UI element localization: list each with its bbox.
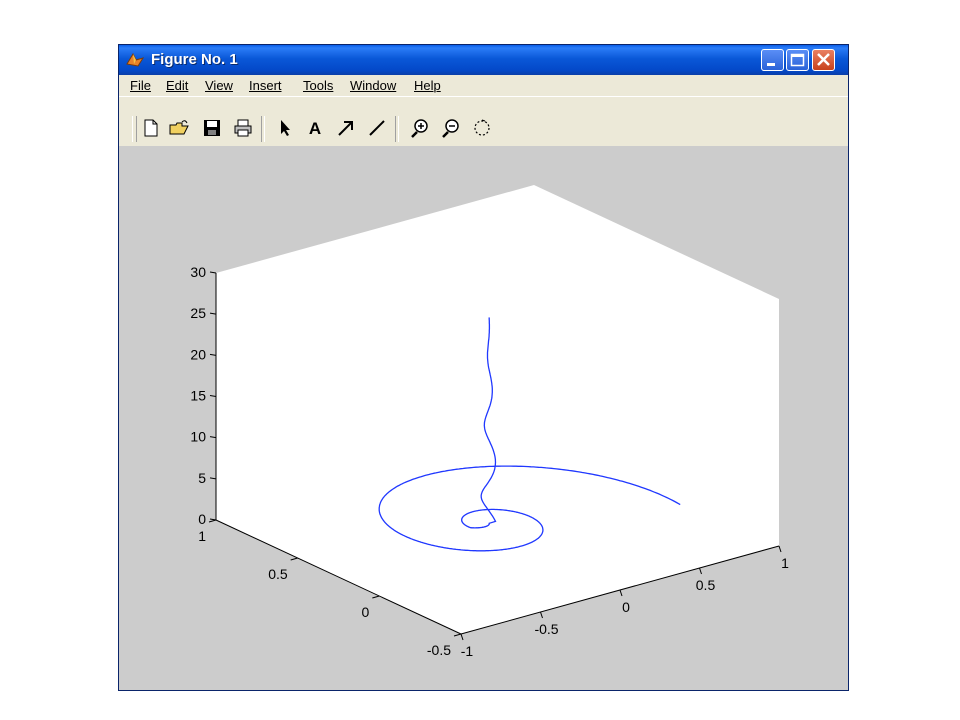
toolbar-grip[interactable] xyxy=(132,116,137,142)
maximize-button[interactable] xyxy=(786,49,809,71)
close-icon xyxy=(817,53,830,66)
close-button[interactable] xyxy=(812,49,835,71)
matlab-logo-icon xyxy=(126,52,144,67)
x-tick xyxy=(778,545,782,553)
z-tick xyxy=(209,353,217,356)
menu-tools[interactable]: Tools xyxy=(303,78,333,93)
x-tick xyxy=(540,611,543,619)
maximize-icon xyxy=(790,53,805,67)
y-tick xyxy=(453,633,462,637)
x-tick xyxy=(699,567,702,575)
menu-window[interactable]: Window xyxy=(350,78,396,93)
axes-3d[interactable]: -1-0.500.51-0.500.51051015202530 xyxy=(119,146,848,690)
toolbar-separator xyxy=(395,116,399,142)
figure-window: Figure No. 1 File Edit View Insert Tools… xyxy=(118,44,849,691)
menu-edit[interactable]: Edit xyxy=(166,78,188,93)
axes-background xyxy=(216,185,779,634)
x-tick-label: -0.5 xyxy=(534,621,558,637)
z-tick-label: 10 xyxy=(190,429,206,445)
save-icon[interactable] xyxy=(201,117,223,139)
arrow-select-icon[interactable] xyxy=(274,117,296,139)
menu-file[interactable]: File xyxy=(130,78,151,93)
y-tick-label: 1 xyxy=(198,528,206,544)
minimize-icon xyxy=(767,63,775,66)
x-tick-label: 0.5 xyxy=(696,577,716,593)
window-title: Figure No. 1 xyxy=(151,51,238,68)
rotate-3d-icon[interactable] xyxy=(471,117,493,139)
z-tick xyxy=(209,395,217,397)
z-tick-label: 30 xyxy=(190,264,206,280)
z-tick-label: 0 xyxy=(198,511,206,527)
z-tick-label: 5 xyxy=(198,470,206,486)
z-tick xyxy=(209,477,217,480)
zoom-out-icon[interactable] xyxy=(440,117,462,139)
menu-help[interactable]: Help xyxy=(414,78,441,93)
toolbar: A xyxy=(119,96,848,142)
toolbar-separator xyxy=(261,116,265,142)
z-tick xyxy=(209,312,217,315)
y-tick xyxy=(290,557,298,561)
title-bar[interactable]: Figure No. 1 xyxy=(119,45,848,75)
open-folder-icon[interactable] xyxy=(168,117,190,139)
z-tick xyxy=(209,518,217,521)
print-icon[interactable] xyxy=(232,117,254,139)
z-tick-label: 15 xyxy=(190,388,206,404)
z-tick-label: 20 xyxy=(190,346,206,362)
figure-canvas[interactable]: -1 -0.5 0 0.5 1 -0.5 0 0.5 1 0 5 10 15 20 25 30 xyxy=(119,146,848,690)
x-tick-label: -1 xyxy=(461,643,474,659)
x-tick xyxy=(619,589,623,597)
y-tick xyxy=(372,595,380,599)
x-tick-label: 0 xyxy=(622,599,630,615)
y-tick-label: 0.5 xyxy=(268,566,288,582)
y-tick-label: 0 xyxy=(362,604,370,620)
menu-bar: File Edit View Insert Tools Window Help xyxy=(119,75,848,96)
z-tick-label: 25 xyxy=(190,305,206,321)
z-tick xyxy=(209,436,217,439)
minimize-button[interactable] xyxy=(761,49,784,71)
menu-insert[interactable]: Insert xyxy=(249,78,282,93)
y-tick-label: -0.5 xyxy=(427,642,451,658)
insert-arrow-icon[interactable] xyxy=(335,117,357,139)
z-tick xyxy=(209,271,217,274)
insert-text-icon[interactable]: A xyxy=(304,117,326,139)
menu-view[interactable]: View xyxy=(205,78,233,93)
new-file-icon[interactable] xyxy=(140,117,162,139)
insert-line-icon[interactable] xyxy=(366,117,388,139)
x-tick-label: 1 xyxy=(781,555,789,571)
text-tool-label: A xyxy=(309,119,321,138)
zoom-in-icon[interactable] xyxy=(409,117,431,139)
x-tick xyxy=(460,633,464,641)
